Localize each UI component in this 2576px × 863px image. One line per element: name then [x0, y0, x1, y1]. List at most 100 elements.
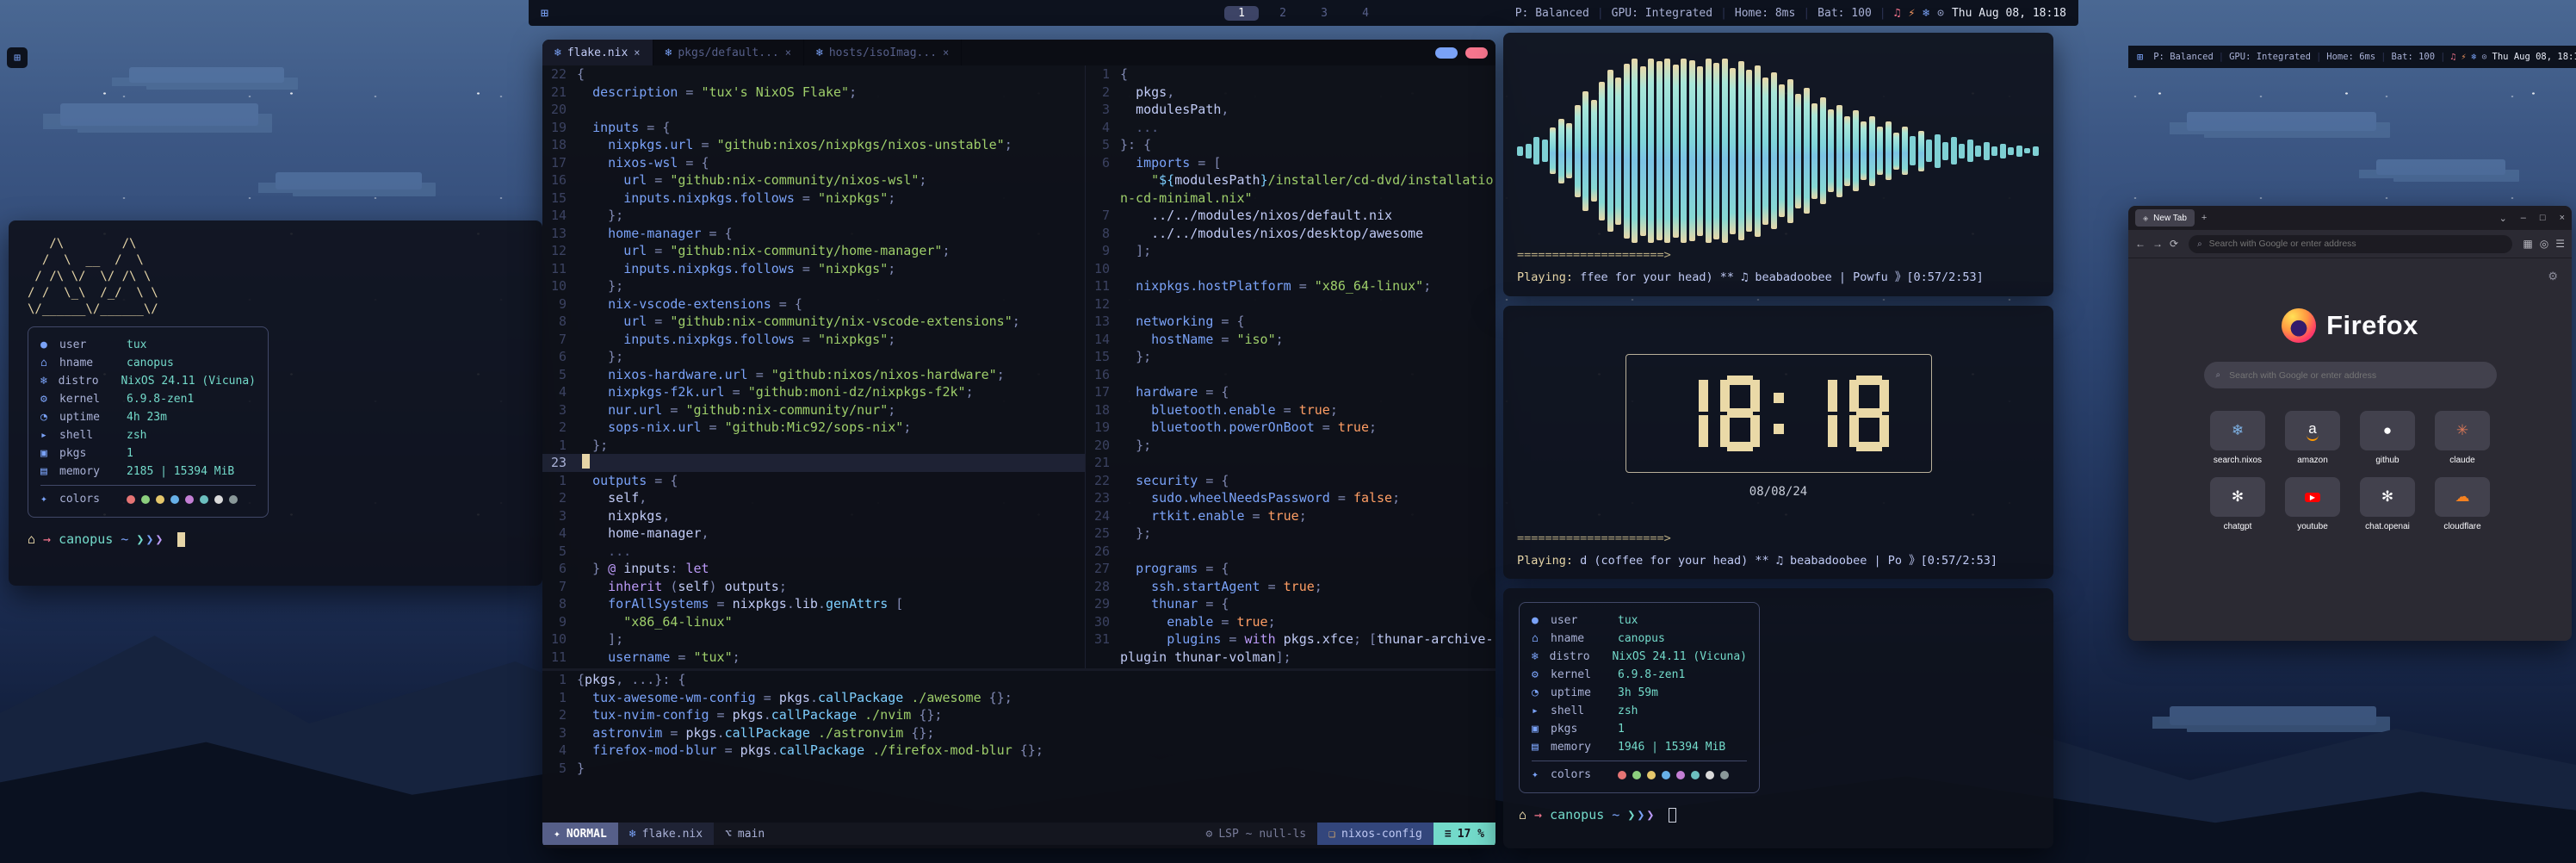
code-line[interactable]: 4 nixpkgs-f2k.url = "github:moni-dz/nixp… — [542, 383, 1085, 401]
code-line[interactable]: 15 }; — [1086, 348, 1495, 366]
terminal-window-clock[interactable]: 08/08/24 =====================> Playing:… — [1503, 306, 2053, 579]
gear-icon[interactable]: ⚙ — [2548, 270, 2558, 283]
code-line[interactable]: 1 tux-awesome-wm-config = pkgs.callPacka… — [542, 689, 1495, 707]
workspace-2[interactable]: 2 — [1266, 6, 1300, 21]
tray-music-icon[interactable]: ♫ — [1894, 7, 1901, 20]
editor-pane-default-nix[interactable]: 1{pkgs, ...}: {1 tux-awesome-wm-config =… — [542, 671, 1495, 783]
tray-nix-icon[interactable]: ❄ — [2471, 53, 2476, 62]
code-line[interactable]: 6 }; — [542, 348, 1085, 366]
code-line[interactable]: 22 security = { — [1086, 472, 1495, 490]
code-line[interactable]: 2 pkgs, — [1086, 84, 1495, 102]
code-line[interactable]: 10 — [1086, 260, 1495, 278]
code-line[interactable]: 1{pkgs, ...}: { — [542, 671, 1495, 689]
code-line[interactable]: 2 tux-nvim-config = pkgs.callPackage ./n… — [542, 706, 1495, 724]
code-line[interactable]: 8 url = "github:nix-community/nix-vscode… — [542, 313, 1085, 331]
code-line[interactable]: 1 }; — [542, 437, 1085, 455]
code-line[interactable]: 16 — [1086, 366, 1495, 384]
terminal-window-fetch-left[interactable]: /\ /\ / \ __ / \ / /\ \/ \/ /\ \ / / \_\… — [9, 220, 542, 586]
editor-pane-flake-nix[interactable]: 22{21 description = "tux's NixOS Flake";… — [542, 65, 1085, 668]
code-line[interactable]: 20 }; — [1086, 437, 1495, 455]
code-line[interactable]: 13 home-manager = { — [542, 225, 1085, 243]
tray-status-icon[interactable]: ⊙ — [1937, 7, 1944, 20]
code-line[interactable]: "${modulesPath}/installer/cd-dvd/install… — [1086, 171, 1495, 189]
code-line[interactable]: 28 ssh.startAgent = true; — [1086, 578, 1495, 596]
code-line[interactable]: 12 — [1086, 295, 1495, 314]
reload-button[interactable]: ⟳ — [2170, 238, 2178, 250]
code-line[interactable]: 30 enable = true; — [1086, 613, 1495, 631]
code-line[interactable]: 6 imports = [ — [1086, 154, 1495, 172]
shortcut-amazon[interactable]: aamazon — [2279, 411, 2347, 465]
close-titlebar-button[interactable] — [1465, 47, 1488, 59]
code-line[interactable]: 31 plugins = with pkgs.xfce; [thunar-arc… — [1086, 630, 1495, 649]
new-tab-button[interactable]: + — [2201, 213, 2207, 223]
code-line[interactable]: 1{ — [1086, 65, 1495, 84]
shortcut-chatgpt[interactable]: ✻chatgpt — [2204, 477, 2272, 531]
code-line[interactable]: plugin thunar-volman]; — [1086, 649, 1495, 667]
tray-power-icon[interactable]: ⚡ — [2461, 53, 2466, 62]
code-line[interactable]: 3 nur.url = "github:nix-community/nur"; — [542, 401, 1085, 419]
code-line[interactable]: 17 hardware = { — [1086, 383, 1495, 401]
firefox-window[interactable]: ◈ New Tab + ⌄ – □ × ← → ⟳ ⌕ ▦ ◎ ☰ ⚙ — [2128, 206, 2572, 641]
minimize-button[interactable]: – — [2521, 213, 2526, 223]
code-line[interactable]: 21 — [1086, 454, 1495, 472]
code-line[interactable]: 26 — [1086, 543, 1495, 561]
code-line[interactable]: 5} — [542, 760, 1495, 778]
code-line[interactable]: n-cd-minimal.nix" — [1086, 189, 1495, 208]
code-line[interactable]: 9 nix-vscode-extensions = { — [542, 295, 1085, 314]
tray-power-icon[interactable]: ⚡ — [1908, 7, 1915, 20]
code-line[interactable]: 2 self, — [542, 489, 1085, 507]
shortcut-youtube[interactable]: ▶youtube — [2279, 477, 2347, 531]
shortcut-chat-openai[interactable]: ✻chat.openai — [2354, 477, 2422, 531]
code-line[interactable]: 4 firefox-mod-blur = pkgs.callPackage ./… — [542, 742, 1495, 760]
code-line[interactable]: 11 nixpkgs.hostPlatform = "x86_64-linux"… — [1086, 277, 1495, 295]
shortcut-claude[interactable]: ✳claude — [2429, 411, 2497, 465]
launcher-icon[interactable]: ⊞ — [2137, 51, 2143, 63]
tray-status-icon[interactable]: ⊙ — [2482, 53, 2487, 62]
minimize-titlebar-button[interactable] — [1435, 47, 1458, 59]
address-input[interactable] — [2208, 238, 2505, 250]
code-line[interactable]: 29 thunar = { — [1086, 595, 1495, 613]
buffer-tab-hosts-isoImag-[interactable]: ❄hosts/isoImag...× — [804, 40, 962, 65]
code-line[interactable]: 12 url = "github:nix-community/home-mana… — [542, 242, 1085, 260]
extensions-icon[interactable]: ▦ — [2523, 238, 2532, 250]
buffer-tab-flake-nix[interactable]: ❄flake.nix× — [542, 40, 653, 65]
launcher-icon[interactable]: ⊞ — [541, 5, 548, 21]
code-line[interactable]: 9 "x86_64-linux" — [542, 613, 1085, 631]
search-input[interactable] — [2227, 369, 2484, 382]
code-line[interactable]: 4 ... — [1086, 119, 1495, 137]
close-icon[interactable]: × — [634, 47, 640, 59]
code-line[interactable]: 20 — [542, 101, 1085, 119]
workspace-3[interactable]: 3 — [1307, 6, 1341, 21]
search-bar[interactable]: ⌕ — [2204, 362, 2497, 388]
code-line[interactable]: 22{ — [542, 65, 1085, 84]
code-line[interactable]: 8 forAllSystems = nixpkgs.lib.genAttrs [ — [542, 595, 1085, 613]
code-line[interactable]: 7 ../../modules/nixos/default.nix — [1086, 207, 1495, 225]
code-line[interactable]: 3 modulesPath, — [1086, 101, 1495, 119]
workspace-4[interactable]: 4 — [1348, 6, 1383, 21]
code-line[interactable]: 11 username = "tux"; — [542, 649, 1085, 667]
close-button[interactable]: × — [2560, 213, 2565, 223]
shell-prompt[interactable]: ⌂ → canopus ~ ❯❯❯ — [28, 531, 523, 547]
code-line[interactable]: 14 hostName = "iso"; — [1086, 331, 1495, 349]
code-line[interactable]: 10 }; — [542, 277, 1085, 295]
tray-nix-icon[interactable]: ❄ — [1923, 7, 1929, 20]
code-line[interactable]: 5}: { — [1086, 136, 1495, 154]
terminal-window-cava[interactable]: =====================> Playing: ffee for… — [1503, 33, 2053, 296]
code-line[interactable]: 19 inputs = { — [542, 119, 1085, 137]
code-line[interactable]: 14 }; — [542, 207, 1085, 225]
tab-list-caret[interactable]: ⌄ — [2499, 213, 2507, 224]
code-line[interactable]: 2 sops-nix.url = "github:Mic92/sops-nix"… — [542, 419, 1085, 437]
code-line[interactable]: 21 description = "tux's NixOS Flake"; — [542, 84, 1085, 102]
code-line[interactable]: 8 ../../modules/nixos/desktop/awesome — [1086, 225, 1495, 243]
terminal-window-fetch-right[interactable]: ●usertux⌂hnamecanopus❄distroNixOS 24.11 … — [1503, 588, 2053, 848]
code-line[interactable]: 7 inherit (self) outputs; — [542, 578, 1085, 596]
code-line[interactable]: 15 inputs.nixpkgs.follows = "nixpkgs"; — [542, 189, 1085, 208]
code-line[interactable]: 17 nixos-wsl = { — [542, 154, 1085, 172]
code-line[interactable]: 9 ]; — [1086, 242, 1495, 260]
neovim-window[interactable]: ❄flake.nix×❄pkgs/default...×❄hosts/isoIm… — [542, 40, 1495, 848]
shell-prompt[interactable]: ⌂ → canopus ~ ❯❯❯ — [1519, 807, 2038, 823]
close-icon[interactable]: × — [943, 47, 949, 59]
code-line[interactable]: 3 astronvim = pkgs.callPackage ./astronv… — [542, 724, 1495, 742]
editor-pane-iso-config[interactable]: 1{2 pkgs,3 modulesPath,4 ...5}: {6 impor… — [1085, 65, 1495, 668]
code-line[interactable]: 4 home-manager, — [542, 525, 1085, 543]
